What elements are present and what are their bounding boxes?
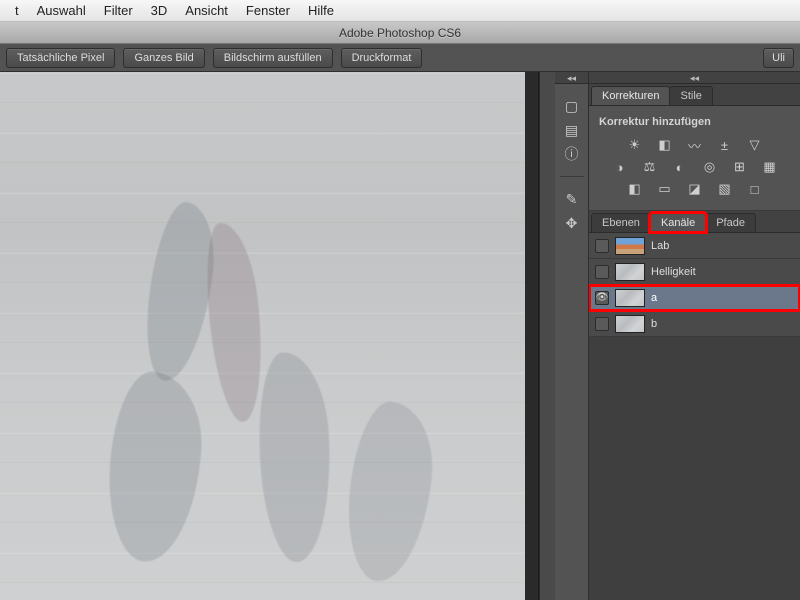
options-button[interactable]: Tatsächliche Pixel <box>6 48 115 68</box>
options-bar: Tatsächliche Pixel Ganzes Bild Bildschirm … <box>0 44 800 72</box>
options-button[interactable]: Bildschirm ausfüllen <box>213 48 333 68</box>
separator <box>560 176 584 177</box>
posterize-icon[interactable]: ▭ <box>655 181 675 197</box>
histogram-icon[interactable]: ▢ <box>560 94 584 118</box>
channel-label: a <box>651 292 657 304</box>
vibrance-icon[interactable]: ▽ <box>745 137 765 153</box>
options-button[interactable]: Druckformat <box>341 48 423 68</box>
channel-thumbnail <box>615 289 645 307</box>
channel-row[interactable]: a <box>589 285 800 311</box>
mac-menu-item[interactable]: Ansicht <box>176 3 237 18</box>
huesat-icon[interactable]: ◑ <box>610 159 630 175</box>
channel-row[interactable]: Lab <box>589 233 800 259</box>
channel-thumbnail <box>615 237 645 255</box>
canvas-area <box>0 72 539 600</box>
colorlookup-icon[interactable]: ▦ <box>760 159 780 175</box>
channelmixer-icon[interactable]: ⊞ <box>730 159 750 175</box>
tab-ebenen[interactable]: Ebenen <box>591 213 651 232</box>
mac-menubar: tAuswahlFilter3DAnsichtFensterHilfe <box>0 0 800 22</box>
brush-icon[interactable]: ✎ <box>560 187 584 211</box>
channel-row[interactable]: b <box>589 311 800 337</box>
mac-menu-item[interactable]: 3D <box>142 3 177 18</box>
channel-label: Lab <box>651 240 669 252</box>
document-canvas[interactable] <box>0 72 525 600</box>
mac-menu-item[interactable]: t <box>6 3 28 18</box>
options-button[interactable]: Ganzes Bild <box>123 48 204 68</box>
mac-menu-item[interactable]: Auswahl <box>28 3 95 18</box>
channel-thumbnail <box>615 263 645 281</box>
channel-row[interactable]: Helligkeit <box>589 259 800 285</box>
panel-icon-strip: ◂◂ ▢▤ⓘ ✎✥ <box>555 72 589 600</box>
brightness-icon[interactable]: ☀ <box>625 137 645 153</box>
visibility-toggle[interactable] <box>595 239 609 253</box>
panels-collapse-handle[interactable]: ◂◂ <box>589 72 800 84</box>
tab-korrekturen[interactable]: Korrekturen <box>591 86 670 105</box>
swatches-icon[interactable]: ▤ <box>560 118 584 142</box>
visibility-toggle[interactable] <box>595 291 609 305</box>
workspace: ◂◂ ▢▤ⓘ ✎✥ ◂◂ KorrekturenStile Korrektur … <box>0 72 800 600</box>
user-button[interactable]: Uli <box>763 48 794 68</box>
curves-icon[interactable]: 〰 <box>685 137 705 153</box>
channels-panel-tabs: EbenenKanälePfade <box>589 211 800 233</box>
panels-stack: ◂◂ KorrekturenStile Korrektur hinzufügen… <box>589 72 800 600</box>
channel-label: b <box>651 318 657 330</box>
adjustments-subhead: Korrektur hinzufügen <box>597 112 792 134</box>
photofilter-icon[interactable]: ◎ <box>700 159 720 175</box>
app-title: Adobe Photoshop CS6 <box>339 26 461 40</box>
right-panels-column: ◂◂ ▢▤ⓘ ✎✥ ◂◂ KorrekturenStile Korrektur … <box>555 72 800 600</box>
info-icon[interactable]: ⓘ <box>560 142 584 166</box>
app-title-bar: Adobe Photoshop CS6 <box>0 22 800 44</box>
visibility-toggle[interactable] <box>595 317 609 331</box>
channel-thumbnail <box>615 315 645 333</box>
empty-panel-area <box>589 337 800 600</box>
user-label: Uli <box>772 52 785 64</box>
clone-icon[interactable]: ✥ <box>560 211 584 235</box>
tab-stile[interactable]: Stile <box>669 86 712 105</box>
mac-menu-item[interactable]: Filter <box>95 3 142 18</box>
mac-menu-item[interactable]: Fenster <box>237 3 299 18</box>
tab-kanäle[interactable]: Kanäle <box>650 213 706 232</box>
mac-menu-item[interactable]: Hilfe <box>299 3 343 18</box>
adjustments-panel-tabs: KorrekturenStile <box>589 84 800 106</box>
visibility-toggle[interactable] <box>595 265 609 279</box>
threshold-icon[interactable]: ◪ <box>685 181 705 197</box>
panel-strip-collapse-handle[interactable]: ◂◂ <box>555 72 588 84</box>
selcolor-icon[interactable]: □ <box>745 181 765 197</box>
canvas-vertical-scrollbar[interactable] <box>539 72 555 600</box>
exposure-icon[interactable]: ± <box>715 137 735 153</box>
invert-icon[interactable]: ◧ <box>625 181 645 197</box>
channels-list: Lab Helligkeit a b <box>589 233 800 337</box>
channel-label: Helligkeit <box>651 266 696 278</box>
tab-pfade[interactable]: Pfade <box>705 213 756 232</box>
bw-icon[interactable]: ◐ <box>670 159 690 175</box>
colorbalance-icon[interactable]: ⚖ <box>640 159 660 175</box>
adjustments-panel-body: Korrektur hinzufügen ☀ ◧ 〰 ± ▽ ◑ ⚖ ◐ ◎ ⊞ ▦ ◧ ▭ ◪ ▧ □ <box>589 106 800 210</box>
gradientmap-icon[interactable]: ▧ <box>715 181 735 197</box>
levels-icon[interactable]: ◧ <box>655 137 675 153</box>
